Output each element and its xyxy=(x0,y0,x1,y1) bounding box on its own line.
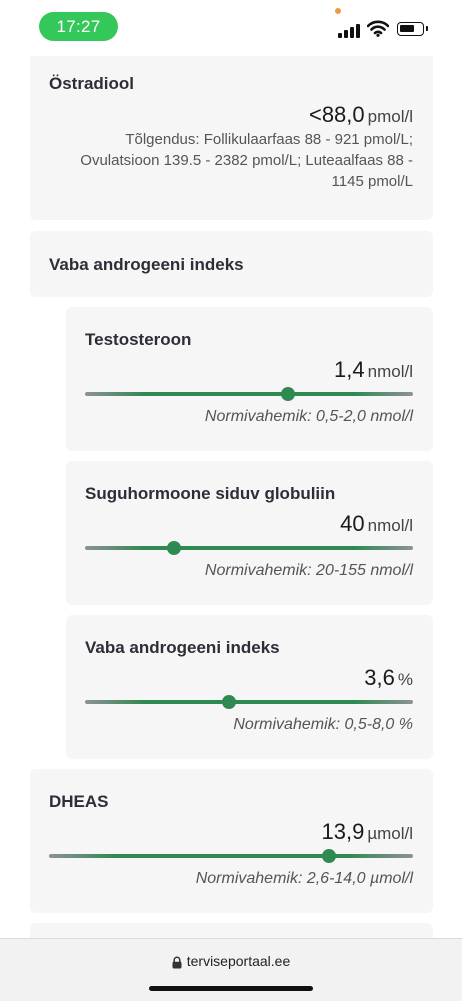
shbg-unit: nmol/l xyxy=(367,516,413,535)
testosteroon-range-bar xyxy=(85,387,413,401)
ostradiool-unit: pmol/l xyxy=(367,107,413,126)
dheas-value: 13,9 xyxy=(321,819,365,844)
ostradiool-value-line: <88,0 pmol/l xyxy=(309,102,413,128)
testosteroon-title: Testosteroon xyxy=(85,330,192,349)
home-indicator[interactable] xyxy=(149,986,313,991)
vaba-androgeeni-group-title: Vaba androgeeni indeks xyxy=(49,255,244,274)
vai-value: 3,6 xyxy=(364,665,395,690)
cellular-signal-icon xyxy=(338,22,360,38)
address-bar[interactable]: terviseportaal.ee xyxy=(0,953,462,969)
dheas-unit: µmol/l xyxy=(367,824,413,843)
vai-reference-range: Normivahemik: 0,5-8,0 % xyxy=(233,716,413,733)
vai-unit: % xyxy=(397,670,413,689)
vaba-androgeeni-group-header[interactable]: Vaba androgeeni indeks xyxy=(30,231,433,297)
testosteroon-reference-range: Normivahemik: 0,5-2,0 nmol/l xyxy=(204,408,413,425)
dheas-value-marker xyxy=(322,849,337,863)
testosteroon-card: Testosteroon 1,4 nmol/l Normivahemik: 0,5… xyxy=(66,307,433,451)
vai-title: Vaba androgeeni indeks xyxy=(85,638,280,657)
shbg-card: Suguhormoone siduv globuliin 40 nmol/l No… xyxy=(66,461,433,605)
battery-icon xyxy=(397,22,428,36)
shbg-reference-range: Normivahemik: 20-155 nmol/l xyxy=(204,562,413,579)
url-text: terviseportaal.ee xyxy=(186,953,291,969)
dheas-reference-range: Normivahemik: 2,6-14,0 µmol/l xyxy=(195,870,413,887)
browser-bottom-bar: terviseportaal.ee xyxy=(0,938,462,1001)
ostradiool-interpretation: Tõlgendus: Follikulaarfaas 88 - 921 pmol… xyxy=(80,131,413,190)
ostradiool-card: Östradiool <88,0 pmol/l Tõlgendus: Follik… xyxy=(30,56,433,220)
results-content[interactable]: Östradiool <88,0 pmol/l Tõlgendus: Follik… xyxy=(0,56,462,940)
dheas-range-bar xyxy=(49,849,413,863)
lock-icon xyxy=(172,956,182,969)
dheas-card: DHEAS 13,9 µmol/l Normivahemik: 2,6-14,0 … xyxy=(30,769,433,913)
shbg-value-marker xyxy=(166,541,181,555)
shbg-value-line: 40 nmol/l xyxy=(340,511,413,537)
vai-value-line: 3,6% xyxy=(364,665,413,691)
testosteroon-unit: nmol/l xyxy=(367,362,413,381)
vai-value-marker xyxy=(222,695,237,709)
ostradiool-value: <88,0 xyxy=(308,102,365,127)
wifi-icon xyxy=(367,20,389,37)
testosteroon-value: 1,4 xyxy=(334,357,365,382)
dheas-title: DHEAS xyxy=(49,792,109,811)
dheas-value-line: 13,9 µmol/l xyxy=(321,819,413,845)
shbg-title: Suguhormoone siduv globuliin xyxy=(85,484,336,503)
status-time: 17:27 xyxy=(39,12,118,41)
privacy-indicator-dot xyxy=(335,8,341,14)
shbg-value: 40 xyxy=(340,511,365,536)
vai-card: Vaba androgeeni indeks 3,6% Normivahemik… xyxy=(66,615,433,759)
vai-range-bar xyxy=(85,695,413,709)
ostradiool-title: Östradiool xyxy=(49,74,135,93)
shbg-range-bar xyxy=(85,541,413,555)
status-bar: 17:27 xyxy=(0,0,462,56)
testosteroon-value-marker xyxy=(281,387,296,401)
testosteroon-value-line: 1,4 nmol/l xyxy=(334,357,413,383)
